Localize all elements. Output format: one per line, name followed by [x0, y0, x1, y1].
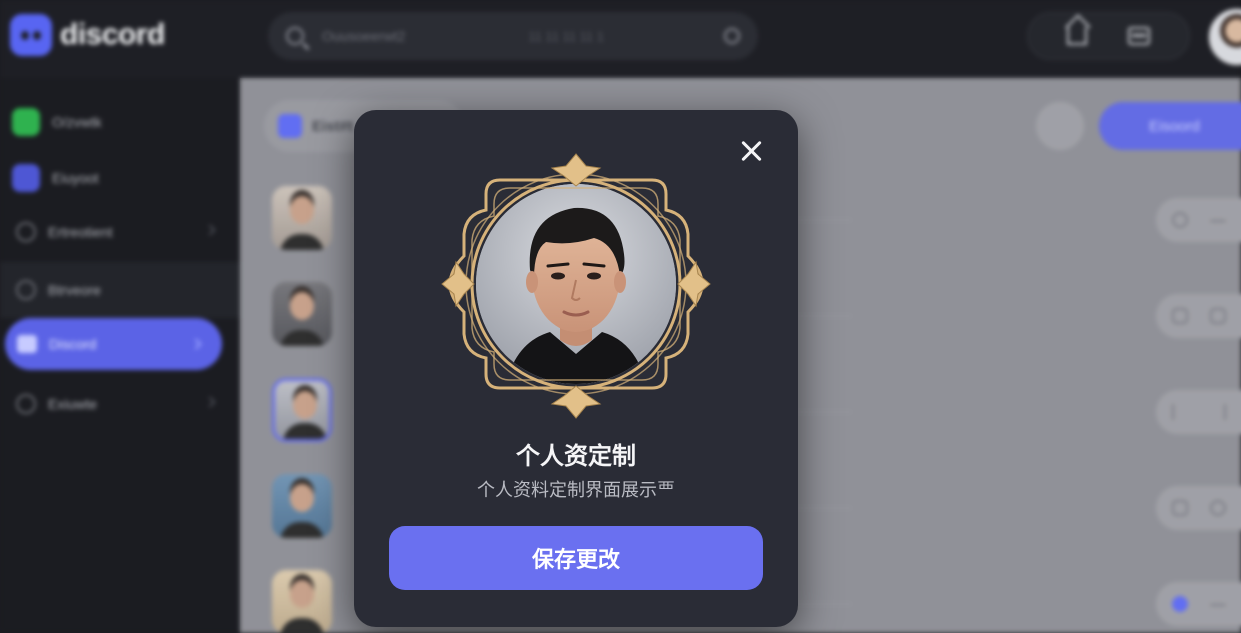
- save-changes-button[interactable]: 保存更改: [389, 526, 763, 590]
- close-icon[interactable]: [736, 135, 768, 167]
- discord-logo[interactable]: discord: [10, 14, 165, 56]
- sidebar-item-label: Ertreotient: [48, 224, 113, 240]
- chevron-right-icon: [204, 396, 216, 408]
- search-icon: [286, 27, 304, 45]
- chat-icon: [16, 394, 36, 414]
- chevron-right-icon: [190, 338, 202, 350]
- top-bar: discord Ouusoeerwt2 11 11 11 11 1: [0, 0, 1241, 78]
- sidebar-item-label: Btrveore: [48, 282, 101, 298]
- profile-customization-modal: 个人资定制 个人资料定制界面展示覀 保存更改: [354, 110, 798, 627]
- sidebar-item-label: Eiuyoot: [52, 170, 99, 186]
- sidebar-item-1[interactable]: Eiuyoot: [0, 150, 240, 206]
- search-submit-icon[interactable]: [724, 28, 740, 44]
- sidebar-item-3[interactable]: Btrveore: [0, 262, 240, 318]
- sidebar-item-5[interactable]: Exiuwte: [0, 376, 240, 432]
- star-icon: [16, 222, 36, 242]
- sidebar-item-label: O/zvwtk: [52, 114, 102, 130]
- purple-app-icon: [12, 164, 40, 192]
- search-hint: 11 11 11 11 1: [528, 28, 604, 44]
- list-icon[interactable]: [1128, 27, 1151, 45]
- discord-logo-icon: [10, 14, 52, 56]
- chevron-right-icon: [204, 224, 216, 236]
- modal-title: 个人资定制: [516, 443, 636, 470]
- logo-text: discord: [60, 18, 165, 51]
- modal-subtitle: 个人资料定制界面展示覀: [477, 480, 675, 500]
- search-bar[interactable]: Ouusoeerwt2 11 11 11 11 1: [268, 12, 758, 60]
- app-root: discord Ouusoeerwt2 11 11 11 11 1 O/zvwt…: [0, 0, 1241, 633]
- user-avatar[interactable]: [1209, 9, 1241, 65]
- sidebar: O/zvwtk Eiuyoot Ertreotient Btrveore Dis…: [0, 78, 240, 633]
- sidebar-item-label: Exiuwte: [48, 396, 98, 412]
- sidebar-item-0[interactable]: O/zvwtk: [0, 94, 240, 150]
- top-nav: [1027, 12, 1190, 60]
- gold-ornament-icon: [441, 153, 711, 419]
- discord-icon: [17, 335, 37, 353]
- headset-icon: [16, 280, 36, 300]
- sidebar-item-label: Discord: [49, 336, 97, 352]
- search-input[interactable]: Ouusoeerwt2: [322, 28, 528, 44]
- avatar-frame: [440, 152, 712, 420]
- sidebar-item-discord[interactable]: Discord: [5, 318, 222, 370]
- home-icon[interactable]: [1066, 27, 1087, 45]
- green-app-icon: [12, 108, 40, 136]
- sidebar-item-2[interactable]: Ertreotient: [0, 204, 240, 260]
